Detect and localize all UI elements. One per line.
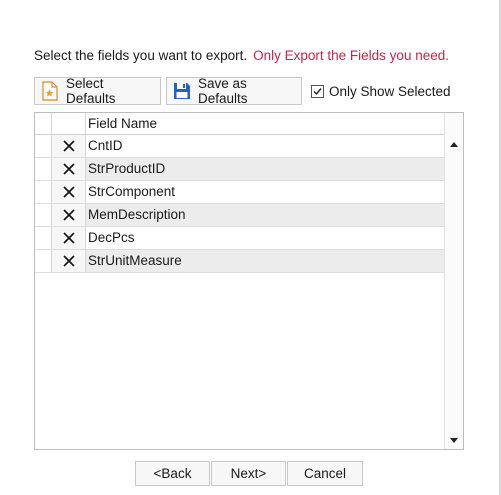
instructions-text: Select the fields you want to export.	[34, 48, 248, 63]
remove-field-button[interactable]	[52, 135, 86, 157]
table-row[interactable]: StrComponent	[35, 181, 445, 204]
floppy-disk-icon	[172, 81, 192, 101]
only-show-selected-checkbox[interactable]: Only Show Selected	[311, 84, 451, 99]
field-name-cell: MemDescription	[88, 207, 186, 222]
close-icon	[62, 232, 75, 244]
table-row[interactable]: DecPcs	[35, 227, 445, 250]
header-remove-cell	[51, 113, 86, 134]
select-defaults-label: Select Defaults	[66, 76, 116, 106]
row-indicator	[35, 135, 52, 157]
row-indicator	[35, 250, 52, 272]
checkbox-box[interactable]	[311, 85, 324, 98]
document-star-icon	[40, 81, 60, 101]
header-indicator-cell	[35, 113, 52, 134]
close-icon	[62, 209, 75, 221]
row-indicator	[35, 181, 52, 203]
column-header-field-name[interactable]: Field Name	[88, 116, 157, 131]
row-indicator	[35, 204, 52, 226]
back-button[interactable]: <Back	[135, 461, 210, 486]
close-icon	[62, 140, 75, 152]
select-defaults-button[interactable]: Select Defaults	[34, 76, 161, 106]
grid-rows: CntID StrProductID StrComponent MemDescript…	[35, 135, 445, 273]
close-icon	[62, 186, 75, 198]
checkmark-icon	[313, 88, 322, 96]
cancel-button[interactable]: Cancel	[287, 461, 363, 486]
close-icon	[62, 255, 75, 267]
field-name-cell: StrUnitMeasure	[88, 253, 182, 268]
field-name-cell: CntID	[88, 138, 123, 153]
fields-grid[interactable]: Field Name CntID StrProductID StrComponent…	[34, 112, 464, 450]
next-button[interactable]: Next>	[211, 461, 286, 486]
field-name-cell: StrProductID	[88, 161, 166, 176]
table-row[interactable]: StrUnitMeasure	[35, 250, 445, 273]
scroll-down-arrow-icon[interactable]	[445, 431, 463, 449]
row-indicator	[35, 158, 52, 180]
scroll-up-arrow-icon[interactable]	[445, 135, 463, 153]
instructions: Select the fields you want to export. Onl…	[34, 48, 449, 63]
table-row[interactable]: StrProductID	[35, 158, 445, 181]
remove-field-button[interactable]	[52, 181, 86, 203]
field-name-cell: DecPcs	[88, 230, 135, 245]
instructions-hint: Only Export the Fields you need.	[253, 48, 449, 63]
remove-field-button[interactable]	[52, 227, 86, 249]
save-as-defaults-label: Save as Defaults	[198, 76, 248, 106]
remove-field-button[interactable]	[52, 250, 86, 272]
close-icon	[62, 163, 75, 175]
vertical-scrollbar[interactable]	[444, 113, 463, 449]
field-name-cell: StrComponent	[88, 184, 176, 199]
row-indicator	[35, 227, 52, 249]
remove-field-button[interactable]	[52, 158, 86, 180]
remove-field-button[interactable]	[52, 204, 86, 226]
only-show-selected-label: Only Show Selected	[329, 84, 451, 99]
table-row[interactable]: CntID	[35, 135, 445, 158]
grid-header: Field Name	[35, 113, 445, 135]
table-row[interactable]: MemDescription	[35, 204, 445, 227]
save-as-defaults-button[interactable]: Save as Defaults	[166, 76, 302, 106]
